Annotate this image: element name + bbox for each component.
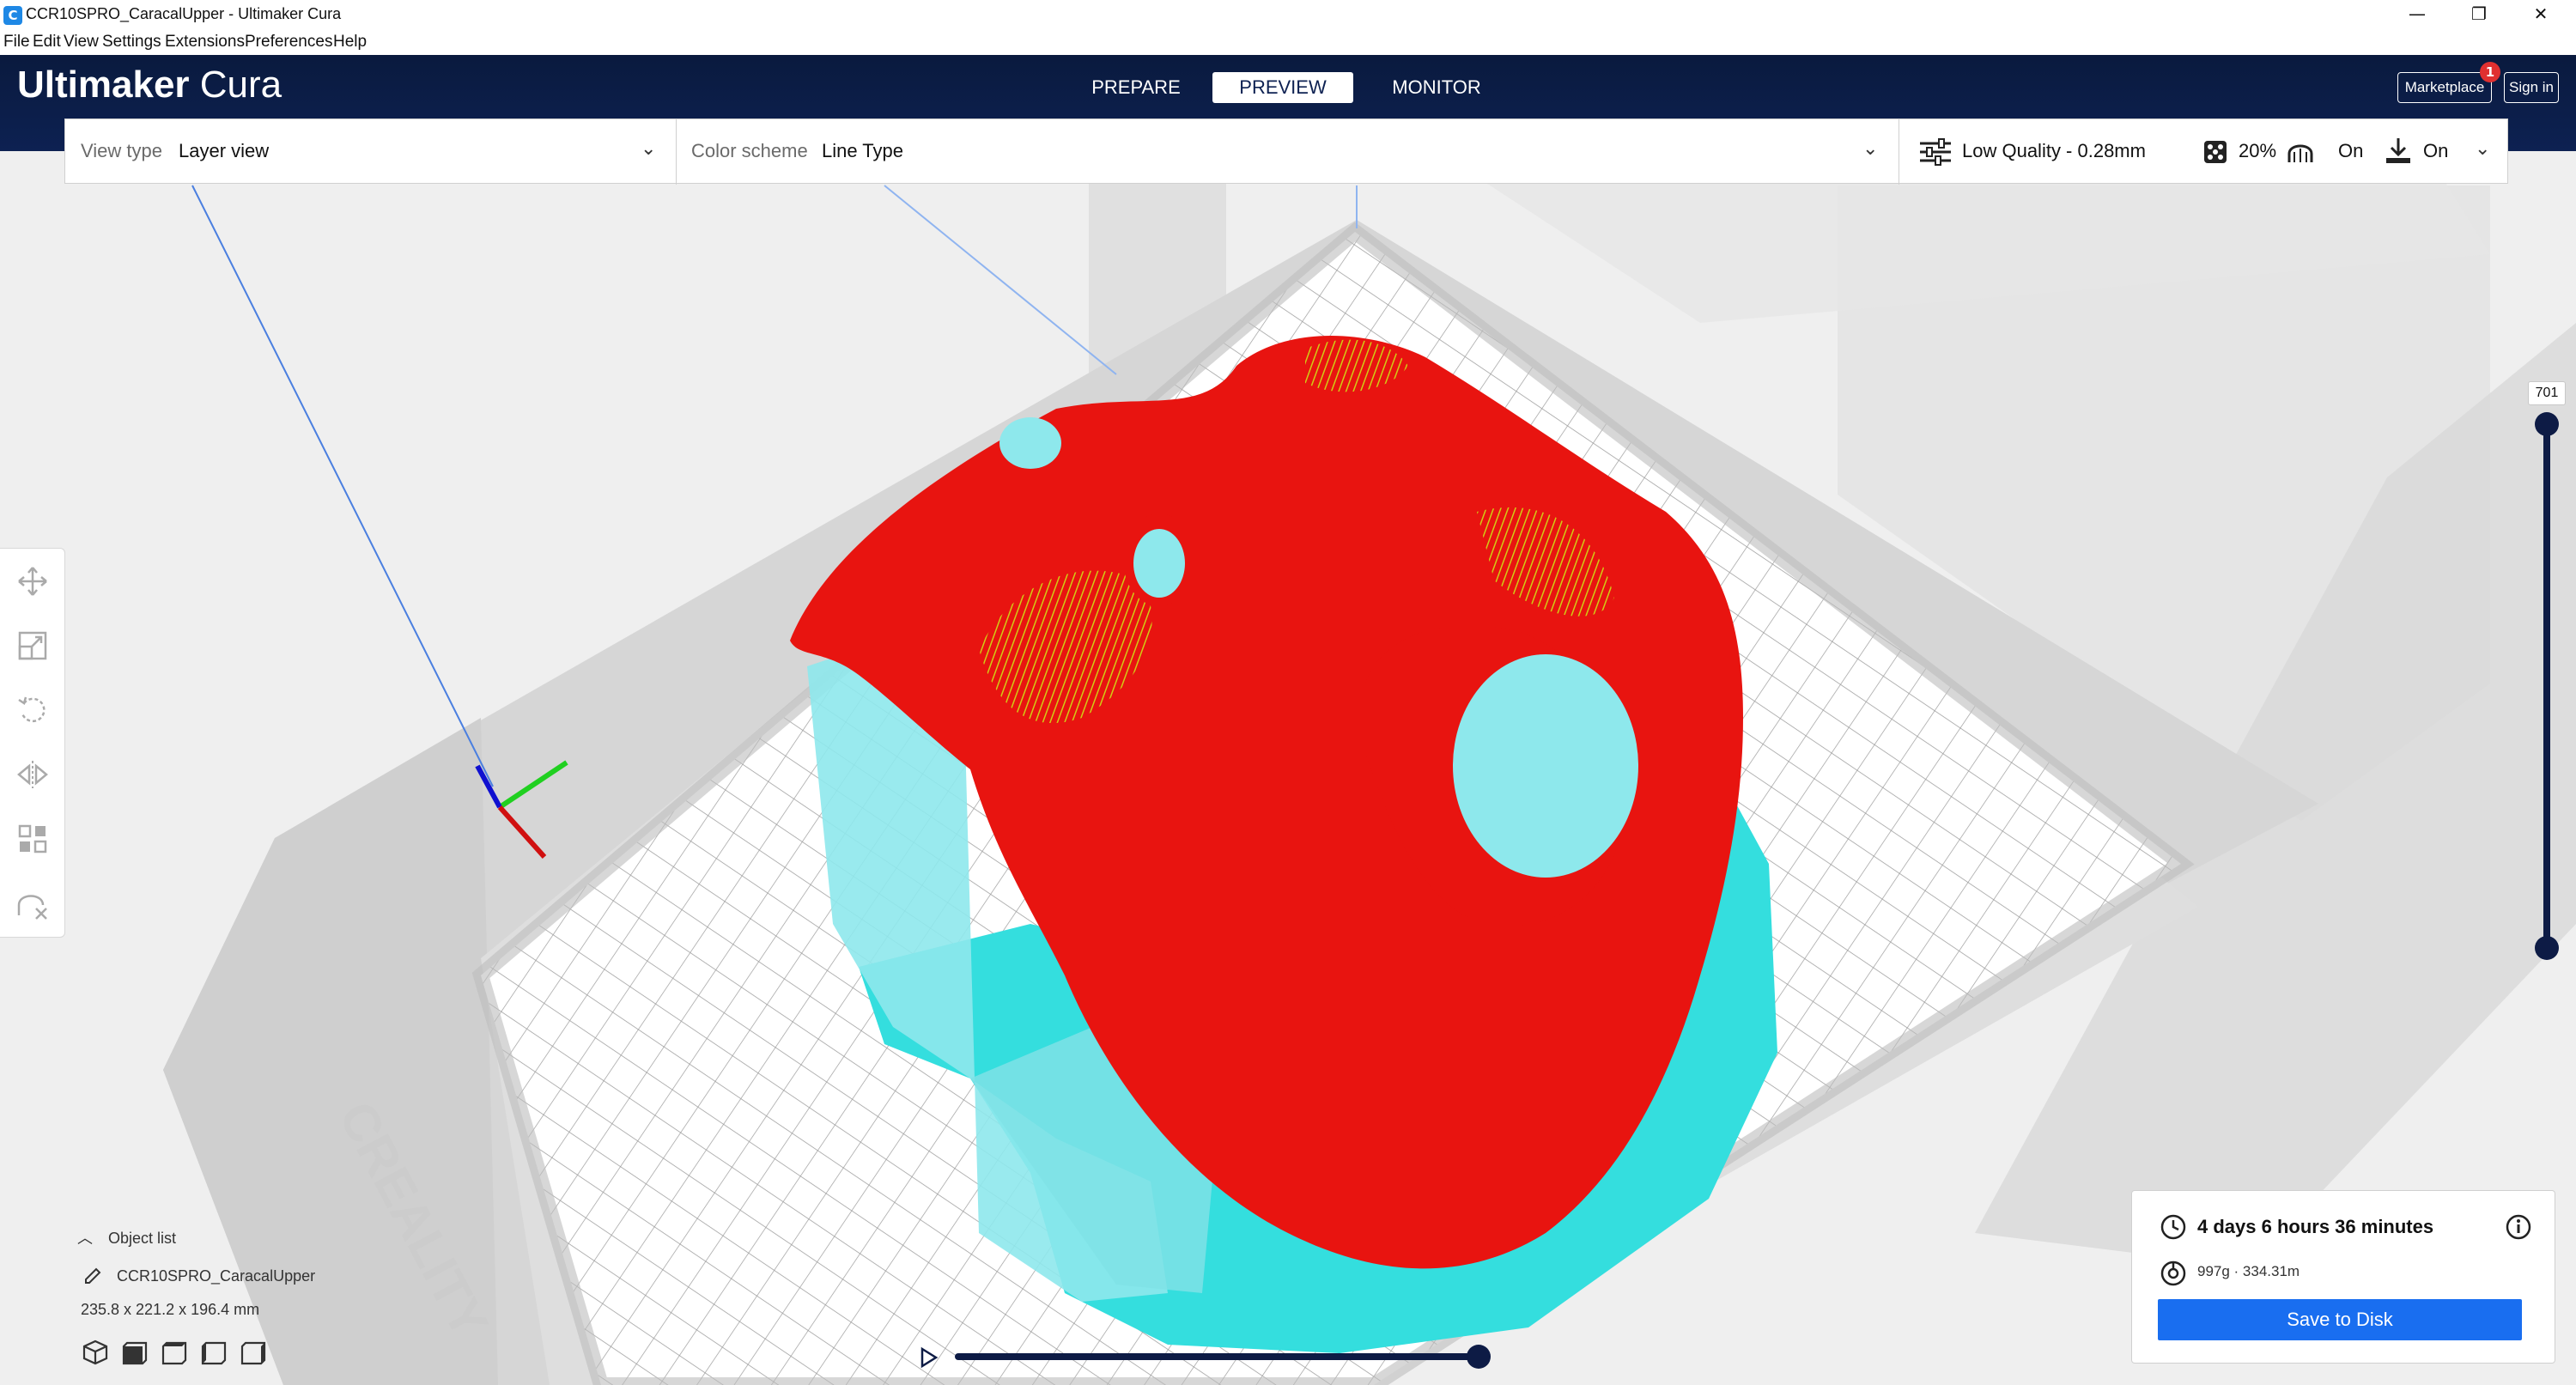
menu-edit[interactable]: Edit (33, 33, 61, 52)
view-type-chevron-down-icon[interactable]: ⌄ (641, 138, 656, 160)
play-icon[interactable] (915, 1345, 941, 1370)
front-view-icon[interactable] (120, 1338, 149, 1367)
view-type-label: View type (81, 140, 162, 161)
path-slider-track[interactable] (955, 1353, 1479, 1360)
marketplace-notification-badge: 1 (2480, 62, 2500, 82)
view-toolbar: View type Layer view ⌄ Color scheme Line… (64, 118, 2508, 185)
support-icon (2287, 144, 2313, 162)
layer-slider-lower-handle[interactable] (2535, 936, 2559, 960)
chevron-up-icon: ︿ (77, 1230, 93, 1247)
top-view-icon[interactable] (160, 1338, 189, 1367)
sign-in-button[interactable]: Sign in (2504, 72, 2559, 103)
material-estimate: 997g · 334.31m (2197, 1263, 2300, 1279)
path-slider-handle[interactable] (1467, 1345, 1491, 1369)
infill-icon (2204, 141, 2227, 163)
color-scheme-label: Color scheme (691, 140, 808, 161)
view-type-value[interactable]: Layer view (179, 140, 269, 162)
clock-icon (2160, 1214, 2186, 1240)
cura-app-icon: C (3, 6, 22, 25)
tool-panel (0, 548, 65, 938)
per-model-settings-icon[interactable] (15, 822, 50, 856)
adhesion-icon (2386, 138, 2410, 163)
tab-prepare[interactable]: PREPARE (1073, 72, 1199, 103)
menu-file[interactable]: File (3, 33, 30, 52)
menu-bar: File Edit View Settings Extensions Prefe… (0, 29, 2576, 55)
layer-slider-track[interactable] (2543, 422, 2550, 948)
brand-light: Cura (199, 64, 283, 106)
close-button[interactable]: ✕ (2511, 0, 2571, 29)
left-view-icon[interactable] (199, 1338, 228, 1367)
toolbar-divider (676, 119, 677, 185)
right-view-icon[interactable] (239, 1338, 268, 1367)
print-action-panel: 4 days 6 hours 36 minutes 997g · 334.31m… (2131, 1190, 2555, 1364)
adhesion-value[interactable]: On (2423, 140, 2448, 162)
profile-value[interactable]: Low Quality - 0.28mm (1962, 140, 2146, 162)
layer-slider-upper-handle[interactable] (2535, 412, 2559, 436)
support-value[interactable]: On (2338, 140, 2363, 162)
brand-bold: Ultimaker (17, 64, 190, 106)
layer-number-badge[interactable]: 701 (2528, 381, 2566, 405)
print-setup-chevron-down-icon[interactable]: ⌄ (2475, 138, 2490, 160)
color-scheme-value[interactable]: Line Type (822, 140, 903, 162)
tab-preview[interactable]: PREVIEW (1212, 72, 1353, 103)
object-dimensions: 235.8 x 221.2 x 196.4 mm (81, 1301, 260, 1318)
object-list-label: Object list (108, 1230, 177, 1247)
marketplace-button[interactable]: Marketplace (2397, 72, 2492, 103)
window-title: CCR10SPRO_CaracalUpper - Ultimaker Cura (26, 5, 342, 22)
edit-pencil-icon[interactable] (82, 1266, 103, 1286)
3d-view-icon[interactable] (81, 1338, 110, 1367)
scale-icon[interactable] (15, 629, 50, 663)
menu-help[interactable]: Help (333, 33, 367, 52)
menu-preferences[interactable]: Preferences (245, 33, 332, 52)
save-to-disk-button[interactable]: Save to Disk (2158, 1299, 2522, 1340)
info-icon[interactable] (2505, 1213, 2532, 1241)
print-time-estimate: 4 days 6 hours 36 minutes (2197, 1216, 2434, 1237)
minimize-button[interactable]: — (2387, 0, 2447, 29)
tab-monitor[interactable]: MONITOR (1369, 72, 1504, 103)
brand-logo: Ultimaker Cura (17, 64, 282, 106)
title-bar: C CCR10SPRO_CaracalUpper - Ultimaker Cur… (0, 0, 2576, 29)
support-blocker-icon[interactable] (15, 886, 50, 920)
filament-spool-icon (2160, 1260, 2186, 1286)
rotate-icon[interactable] (15, 693, 50, 727)
maximize-button[interactable]: ❐ (2449, 0, 2509, 29)
mirror-icon[interactable] (15, 757, 50, 792)
menu-extensions[interactable]: Extensions (165, 33, 245, 52)
infill-value[interactable]: 20% (2239, 140, 2276, 162)
object-name[interactable]: CCR10SPRO_CaracalUpper (117, 1267, 315, 1285)
menu-view[interactable]: View (64, 33, 99, 52)
object-list-toggle[interactable]: ︿ Object list (77, 1226, 176, 1248)
menu-settings[interactable]: Settings (102, 33, 161, 52)
color-scheme-chevron-down-icon[interactable]: ⌄ (1862, 138, 1878, 160)
print-settings-sliders-icon[interactable] (1918, 137, 1953, 167)
move-icon[interactable] (15, 564, 50, 598)
